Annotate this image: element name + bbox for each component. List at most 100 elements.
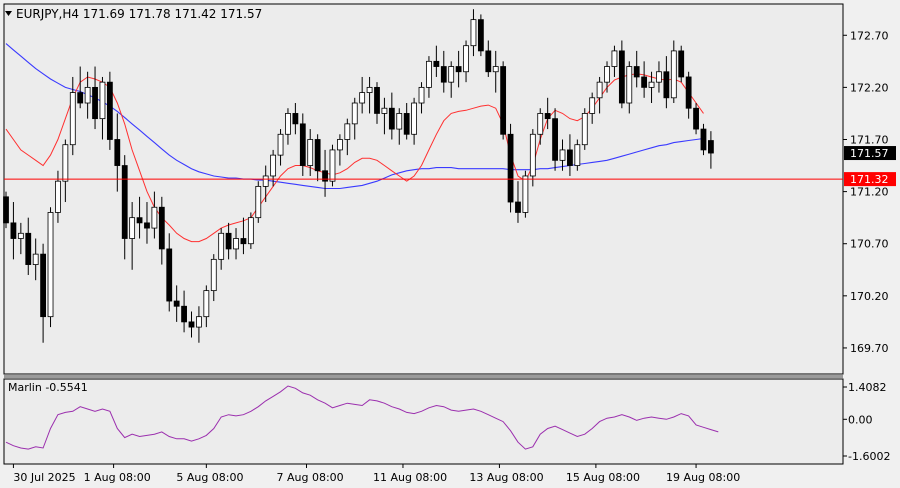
candle-body-bull — [670, 50, 677, 99]
candle-body-bear — [544, 113, 551, 120]
chart-header: EURJPY,H4 171.69 171.78 171.42 171.57 — [16, 7, 262, 21]
candle-body-bear — [477, 19, 484, 52]
candle-body-bear — [485, 50, 492, 73]
price-axis: 172.70 172.20 171.70 171.20 170.70 170.20 169.… — [843, 29, 896, 355]
candle-body-bear — [708, 140, 714, 154]
candle-body-bull — [426, 60, 432, 88]
candle — [522, 170, 529, 218]
candle-body-bear — [314, 139, 321, 172]
candle-body-bull — [359, 92, 366, 104]
candle-body-bull — [247, 217, 254, 245]
candle-body-bull — [62, 144, 69, 182]
candle-body-bull — [285, 113, 291, 135]
time-tick-label: 1 Aug 08:00 — [84, 471, 151, 484]
time-axis: 30 Jul 2025 1 Aug 08:00 5 Aug 08:00 7 Aug 0… — [12, 464, 740, 484]
panel-separator — [4, 375, 843, 378]
main-panel-bg — [3, 3, 844, 375]
candle-body-bull — [69, 92, 76, 146]
candle-body-bear — [633, 66, 640, 78]
time-tick-label: 5 Aug 08:00 — [176, 471, 243, 484]
candle-body-bear — [188, 321, 195, 328]
time-tick-label: 11 Aug 08:00 — [373, 471, 447, 484]
candle-body-bear — [299, 123, 306, 166]
candle-body-bull — [448, 66, 455, 83]
candle-body-bull — [529, 133, 536, 177]
indicator-label: Marlin -0.5541 — [8, 381, 88, 394]
candle-body-bull — [277, 133, 284, 156]
candle-body-bull — [196, 316, 202, 328]
candle-body-bull — [307, 139, 314, 166]
candle-body-bear — [158, 206, 165, 250]
candle-body-bear — [641, 76, 648, 88]
candle-body-bull — [262, 175, 269, 187]
candle-body-bull — [648, 81, 655, 88]
candle-body-bear — [114, 139, 121, 166]
level-price-label: 171.32 — [850, 173, 889, 186]
candle-body-bull — [596, 81, 603, 99]
candle-body-bull — [463, 45, 469, 73]
candle-body-bear — [388, 107, 395, 130]
candle — [3, 191, 9, 229]
candle-body-bull — [604, 66, 610, 83]
candle-body-bear — [433, 60, 440, 67]
candle-body-bull — [589, 97, 596, 114]
candle-body-bull — [611, 50, 618, 67]
candle-body-bull — [344, 123, 351, 140]
candle-body-bull — [411, 102, 418, 135]
candle-body-bear — [181, 305, 187, 323]
candle-body-bull — [255, 185, 262, 219]
candle-body-bull — [626, 66, 633, 104]
candle-body-bear — [663, 71, 670, 99]
candle-body-bear — [25, 232, 32, 265]
candle-body-bear — [440, 66, 447, 83]
current-price-label: 171.57 — [850, 147, 889, 160]
candle-body-bear — [374, 86, 380, 114]
candle-body-bull — [522, 175, 529, 213]
candle-body-bear — [500, 66, 507, 135]
candle-body-bear — [225, 232, 232, 250]
candle-body-bull — [537, 113, 544, 135]
candle-body-bull — [55, 180, 61, 213]
candle-body-bull — [218, 232, 225, 260]
candle-body-bear — [507, 133, 514, 203]
candle-body-bull — [559, 149, 566, 161]
candle-body-bull — [99, 81, 106, 120]
candle-body-bull — [470, 19, 477, 47]
candle-body-bull — [233, 238, 239, 250]
candle-body-bear — [678, 50, 685, 78]
candle — [106, 71, 113, 150]
candle-body-bear — [144, 222, 150, 229]
candle-body-bear — [10, 222, 17, 239]
time-tick-label: 7 Aug 08:00 — [277, 471, 344, 484]
time-tick-label: 13 Aug 08:00 — [469, 471, 543, 484]
candle-body-bull — [351, 102, 358, 125]
price-tick-label: 170.70 — [850, 238, 889, 251]
candle-body-bear — [567, 149, 573, 166]
candle-body-bull — [418, 86, 425, 104]
candle-body-bear — [693, 107, 699, 130]
candle-body-bull — [366, 86, 373, 93]
candle-body-bull — [336, 139, 343, 151]
candle-body-bull — [151, 206, 158, 229]
candle-body-bull — [47, 212, 54, 318]
price-tick-label: 172.20 — [850, 81, 889, 94]
candle-body-bull — [574, 144, 581, 166]
candle-body-bull — [129, 217, 136, 239]
candle-body-bull — [492, 66, 499, 73]
candle — [678, 45, 685, 83]
candle-body-bull — [381, 107, 388, 114]
indicator-tick-label: 1.4082 — [848, 381, 887, 394]
candle-body-bear — [240, 238, 247, 245]
indicator-panel-bg — [3, 378, 844, 465]
candle-body-bear — [136, 217, 143, 224]
candle-body-bear — [322, 170, 328, 182]
candle-body-bull — [270, 154, 277, 177]
candle-body-bear — [40, 253, 46, 318]
candle-body-bear — [292, 113, 299, 125]
candle-body-bear — [515, 201, 521, 213]
candle-body-bull — [656, 71, 662, 83]
candle — [329, 144, 336, 187]
candle-body-bear — [3, 196, 9, 224]
candle — [255, 181, 262, 223]
candle-body-bull — [581, 113, 588, 146]
